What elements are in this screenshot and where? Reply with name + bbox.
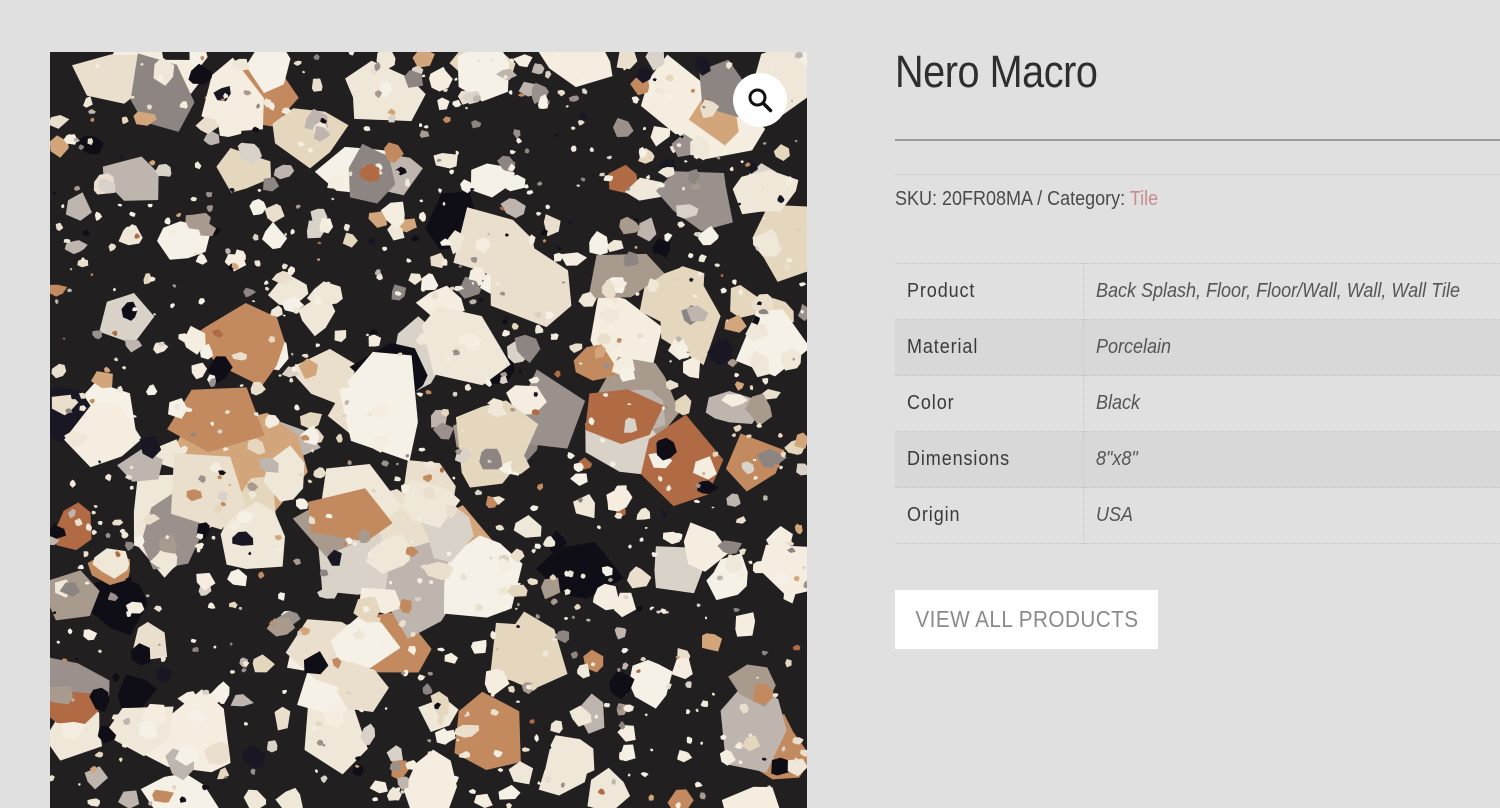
product-title: Nero Macro (895, 46, 1098, 97)
title-divider (895, 139, 1500, 141)
attribute-row-product: Product Back Splash, Floor, Floor/Wall, … (895, 263, 1500, 320)
terrazzo-chip (738, 571, 746, 578)
product-meta: SKU: 20FR08MA / Category: Tile (895, 188, 1158, 211)
product-image-gallery[interactable] (50, 52, 807, 808)
attribute-label: Product (895, 263, 1084, 320)
attribute-row-dimensions: Dimensions 8"x8" (895, 431, 1500, 488)
view-all-products-label: VIEW ALL PRODUCTS (914, 606, 1139, 632)
attribute-label: Dimensions (895, 431, 1084, 488)
meta-divider (895, 174, 1500, 175)
terrazzo-chip (50, 686, 73, 705)
category-link-tile[interactable]: Tile (1130, 188, 1158, 210)
product-attributes-table: Product Back Splash, Floor, Floor/Wall, … (895, 263, 1500, 544)
product-summary: Nero Macro SKU: 20FR08MA / Category: Til… (895, 0, 1500, 808)
attribute-row-origin: Origin USA (895, 487, 1500, 544)
attribute-value: Back Splash, Floor, Floor/Wall, Wall, Wa… (1095, 280, 1460, 302)
attribute-row-material: Material Porcelain (895, 319, 1500, 376)
view-all-products-button[interactable]: VIEW ALL PRODUCTS (895, 590, 1158, 649)
attribute-label: Material (895, 319, 1084, 376)
terrazzo-chip (735, 612, 756, 637)
attribute-value: 8"x8" (1095, 448, 1138, 470)
attribute-value: Black (1095, 392, 1140, 414)
attribute-value: Porcelain (1095, 336, 1171, 358)
category-label: Category: (1047, 188, 1126, 210)
magnifier-icon (748, 88, 773, 113)
attribute-label: Color (895, 375, 1084, 432)
sku-label: SKU: (895, 188, 938, 210)
product-image-terrazzo-tile[interactable] (50, 52, 807, 808)
meta-separator: / (1037, 188, 1043, 210)
sku-value: 20FR08MA (942, 188, 1033, 210)
attribute-value: USA (1095, 504, 1133, 526)
attribute-label: Origin (895, 487, 1084, 544)
zoom-button[interactable] (733, 73, 787, 127)
attribute-row-color: Color Black (895, 375, 1500, 432)
terrazzo-chip (452, 391, 458, 397)
